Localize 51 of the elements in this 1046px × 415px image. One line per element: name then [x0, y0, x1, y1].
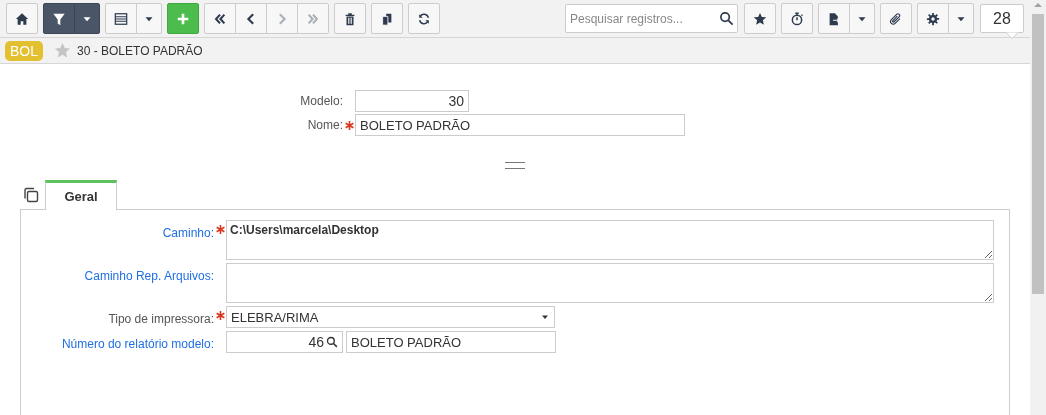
field-link[interactable]: Número do relatório modelo:	[21, 331, 214, 351]
stopwatch-icon	[790, 11, 804, 26]
star-icon	[753, 11, 767, 26]
add-button[interactable]	[167, 3, 199, 34]
gear-icon	[926, 11, 940, 26]
lookup-field[interactable]: 46	[226, 331, 343, 353]
trash-icon	[343, 11, 357, 26]
copy-icon	[380, 11, 394, 26]
module-badge: BOL	[5, 40, 43, 61]
timer-button[interactable]	[781, 3, 813, 34]
settings-button[interactable]	[917, 3, 949, 34]
dropdown-button[interactable]	[74, 3, 100, 34]
input-field[interactable]: BOLETO PADRÃO	[355, 114, 685, 136]
home-icon	[15, 11, 29, 26]
field-link[interactable]: Caminho Rep. Arquivos:	[21, 263, 214, 283]
search-icon	[719, 11, 734, 26]
field-label: Modelo:	[299, 94, 343, 108]
file-export-icon	[827, 11, 841, 26]
filter-button[interactable]	[43, 3, 75, 34]
record-count: 28	[980, 4, 1024, 33]
resize-handle[interactable]	[505, 162, 525, 169]
first-record-button[interactable]	[204, 3, 236, 34]
previous-record-button[interactable]	[235, 3, 267, 34]
double-chevron-left-icon	[213, 11, 227, 26]
home-button[interactable]	[6, 3, 38, 34]
copy-icon[interactable]	[23, 187, 39, 203]
grid-view-button[interactable]	[105, 3, 137, 34]
input-field[interactable]: 30	[355, 90, 469, 112]
plus-icon	[176, 11, 190, 26]
favorites-button[interactable]	[744, 3, 776, 34]
refresh-button[interactable]	[408, 3, 440, 34]
field-label: Nome:	[306, 118, 343, 132]
search-field[interactable]: Pesquisar registros...	[565, 4, 738, 33]
field-link[interactable]: Caminho:	[21, 220, 214, 240]
text-area[interactable]: C:\Users\marcela\Desktop	[226, 220, 994, 260]
refresh-icon	[417, 11, 431, 26]
record-title: 30 - BOLETO PADRÃO	[77, 43, 203, 58]
tab[interactable]: Geral	[45, 180, 117, 210]
paperclip-icon	[889, 11, 903, 26]
table-icon	[114, 11, 128, 26]
double-chevron-right-icon	[306, 11, 320, 26]
field-label: Tipo de impressora:	[107, 311, 214, 326]
delete-button[interactable]	[334, 3, 366, 34]
filter-icon	[52, 11, 66, 26]
attachment-button[interactable]	[880, 3, 912, 34]
search-icon	[326, 336, 338, 348]
description-field: BOLETO PADRÃO	[346, 331, 556, 353]
dropdown-field[interactable]: ELEBRA/RIMA	[226, 306, 555, 328]
duplicate-button[interactable]	[371, 3, 403, 34]
export-button[interactable]	[818, 3, 850, 34]
favorite-star-icon[interactable]	[54, 42, 71, 59]
